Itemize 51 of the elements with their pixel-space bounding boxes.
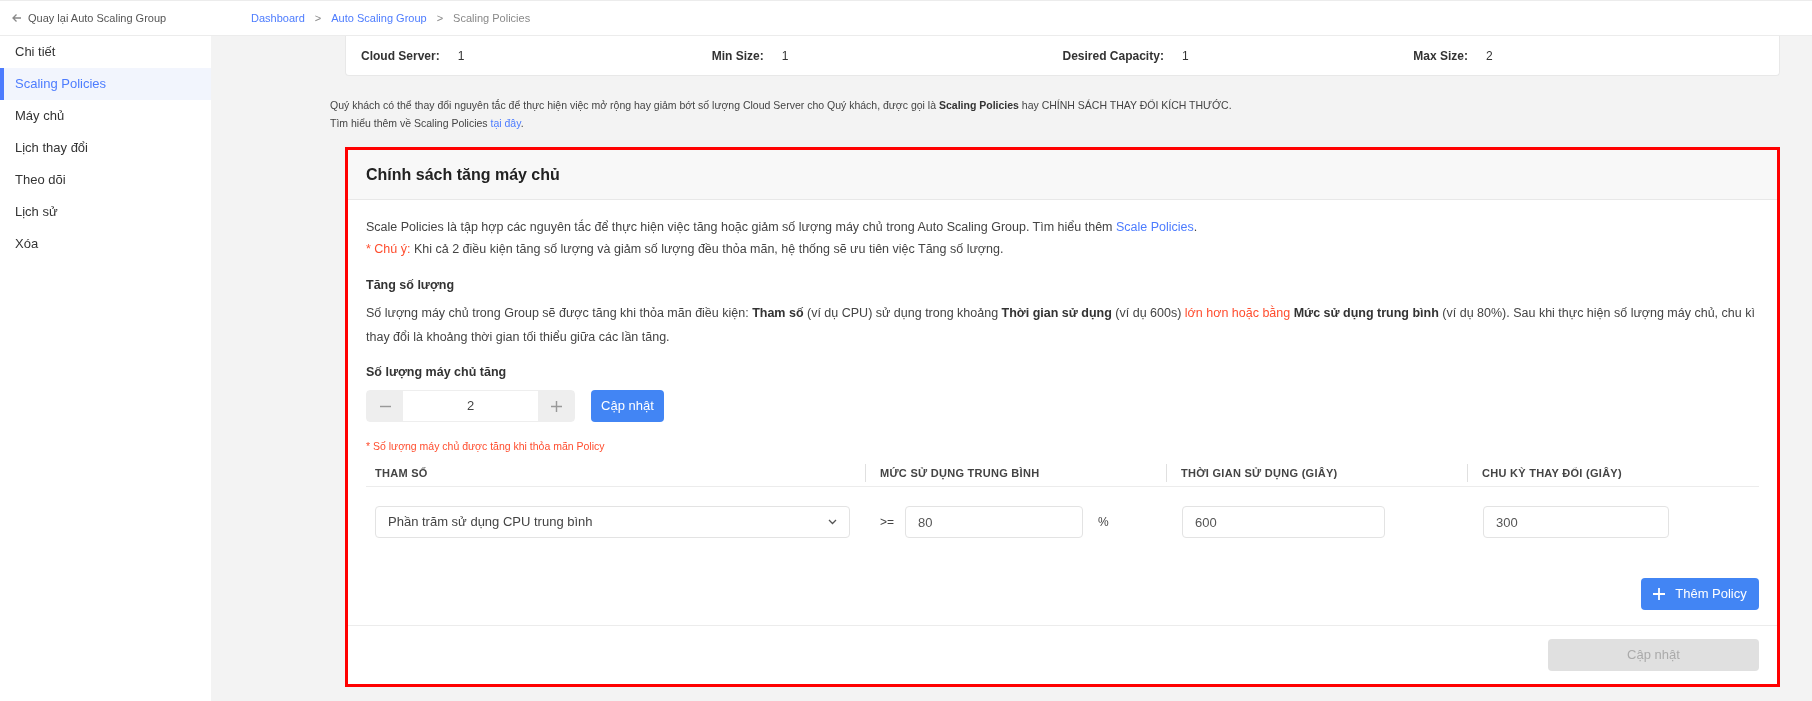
- update-button[interactable]: Cập nhật: [591, 390, 664, 422]
- sidebar-item[interactable]: Chi tiết: [0, 36, 211, 68]
- quantity-stepper[interactable]: 2: [366, 390, 575, 422]
- stat-label: Max Size:: [1413, 47, 1468, 65]
- description-text: Scale Policies là tập hợp các nguyên tắc để thực hiện việc tăng hoặc giảm số lượng máy chủ trong Auto Scaling Group. Tìm hiểu thêm Scale Policies.: [366, 218, 1199, 236]
- sidebar-item[interactable]: Lịch thay đổi: [0, 132, 211, 164]
- sidebar-item[interactable]: Máy chủ: [0, 100, 211, 132]
- column-header: CHU KỲ THAY ĐỔI (GIÂY): [1482, 465, 1622, 481]
- breadcrumb-separator: >: [314, 10, 322, 26]
- column-header: MỨC SỬ DỤNG TRUNG BÌNH: [880, 465, 1040, 482]
- stat-value: 1: [1181, 47, 1189, 65]
- info-text: Quý khách có thể thay đổi nguyên tắc để thực hiện việc mở rộng hay giảm bớt số lượng Cloud Server cho Quý khách, được gọi là Scaling Policies hay CHÍNH SÁCH THAY ĐỔI KÍCH THƯỚC.: [330, 98, 1233, 113]
- unit-text: %: [1098, 514, 1109, 531]
- back-link[interactable]: Quay lại Auto Scaling Group: [28, 9, 167, 27]
- breadcrumb-link[interactable]: Auto Scaling Group: [331, 9, 427, 27]
- column-header: THAM SỐ: [375, 465, 428, 481]
- parameter-select[interactable]: Phần trăm sử dụng CPU trung bình: [375, 506, 850, 538]
- sidebar-item[interactable]: Lịch sử: [0, 196, 211, 228]
- stepper-note: * Số lượng máy chủ được tăng khi thỏa mãn Policy: [366, 439, 606, 453]
- breadcrumb-separator: >: [436, 10, 444, 26]
- stat-value: 2: [1485, 47, 1493, 65]
- plus-icon[interactable]: [538, 391, 574, 421]
- panel-title: Chính sách tăng máy chủ: [366, 164, 560, 185]
- sidebar-item[interactable]: Scaling Policies: [0, 68, 211, 100]
- stat-value: 1: [457, 47, 465, 65]
- cooldown-field[interactable]: 300: [1483, 506, 1669, 538]
- breadcrumb-link[interactable]: Dashboard: [251, 9, 305, 27]
- operator-text: >=: [879, 514, 895, 531]
- link[interactable]: tại đây: [490, 117, 521, 129]
- stat-label: Desired Capacity:: [1062, 47, 1164, 65]
- sidebar-item[interactable]: Theo dõi: [0, 164, 211, 196]
- stepper-label: Số lượng máy chủ tăng: [366, 364, 508, 381]
- threshold-field[interactable]: 80: [905, 506, 1083, 538]
- duration-field[interactable]: 600: [1182, 506, 1385, 538]
- column-header: THỜI GIAN SỬ DỤNG (GIÂY): [1181, 465, 1338, 482]
- add-policy-button[interactable]: Thêm Policy: [1641, 578, 1759, 610]
- back-arrow-icon[interactable]: [12, 13, 22, 23]
- chevron-down-icon: [828, 519, 837, 525]
- section-title: Tăng số lượng: [366, 277, 456, 294]
- breadcrumb-current: Scaling Policies: [453, 10, 531, 26]
- sidebar-item[interactable]: Xóa: [0, 228, 211, 260]
- description-text: * Chú ý: Khi cả 2 điều kiện tăng số lượng và giảm số lượng đều thỏa mãn, hệ thống sẽ ưu tiên việc Tăng số lượng.: [366, 241, 1005, 258]
- condition-text: Số lượng máy chủ trong Group sẽ được tăng khi thỏa mãn điều kiện: Tham số (ví dụ CPU) sử dụng trong khoảng Thời gian sử dụng (ví dụ 600s) lớn hơn hoặc bằng Mức sử dụng trung bình (ví dụ 80%). Sau khi thực hiện số lượng máy chủ, chu kì thay đổi là khoảng thời gian tối thiểu giữa các lần tăng.: [366, 304, 1756, 346]
- stat-value: 1: [781, 47, 789, 65]
- stat-label: Min Size:: [711, 47, 764, 65]
- minus-icon[interactable]: [367, 391, 403, 421]
- link[interactable]: Scale Policies: [1116, 220, 1194, 234]
- info-text: Tìm hiểu thêm về Scaling Policies tại đây.: [330, 116, 525, 131]
- quantity-field[interactable]: 2: [403, 391, 538, 421]
- stat-label: Cloud Server:: [361, 47, 440, 65]
- plus-icon: [1653, 588, 1666, 600]
